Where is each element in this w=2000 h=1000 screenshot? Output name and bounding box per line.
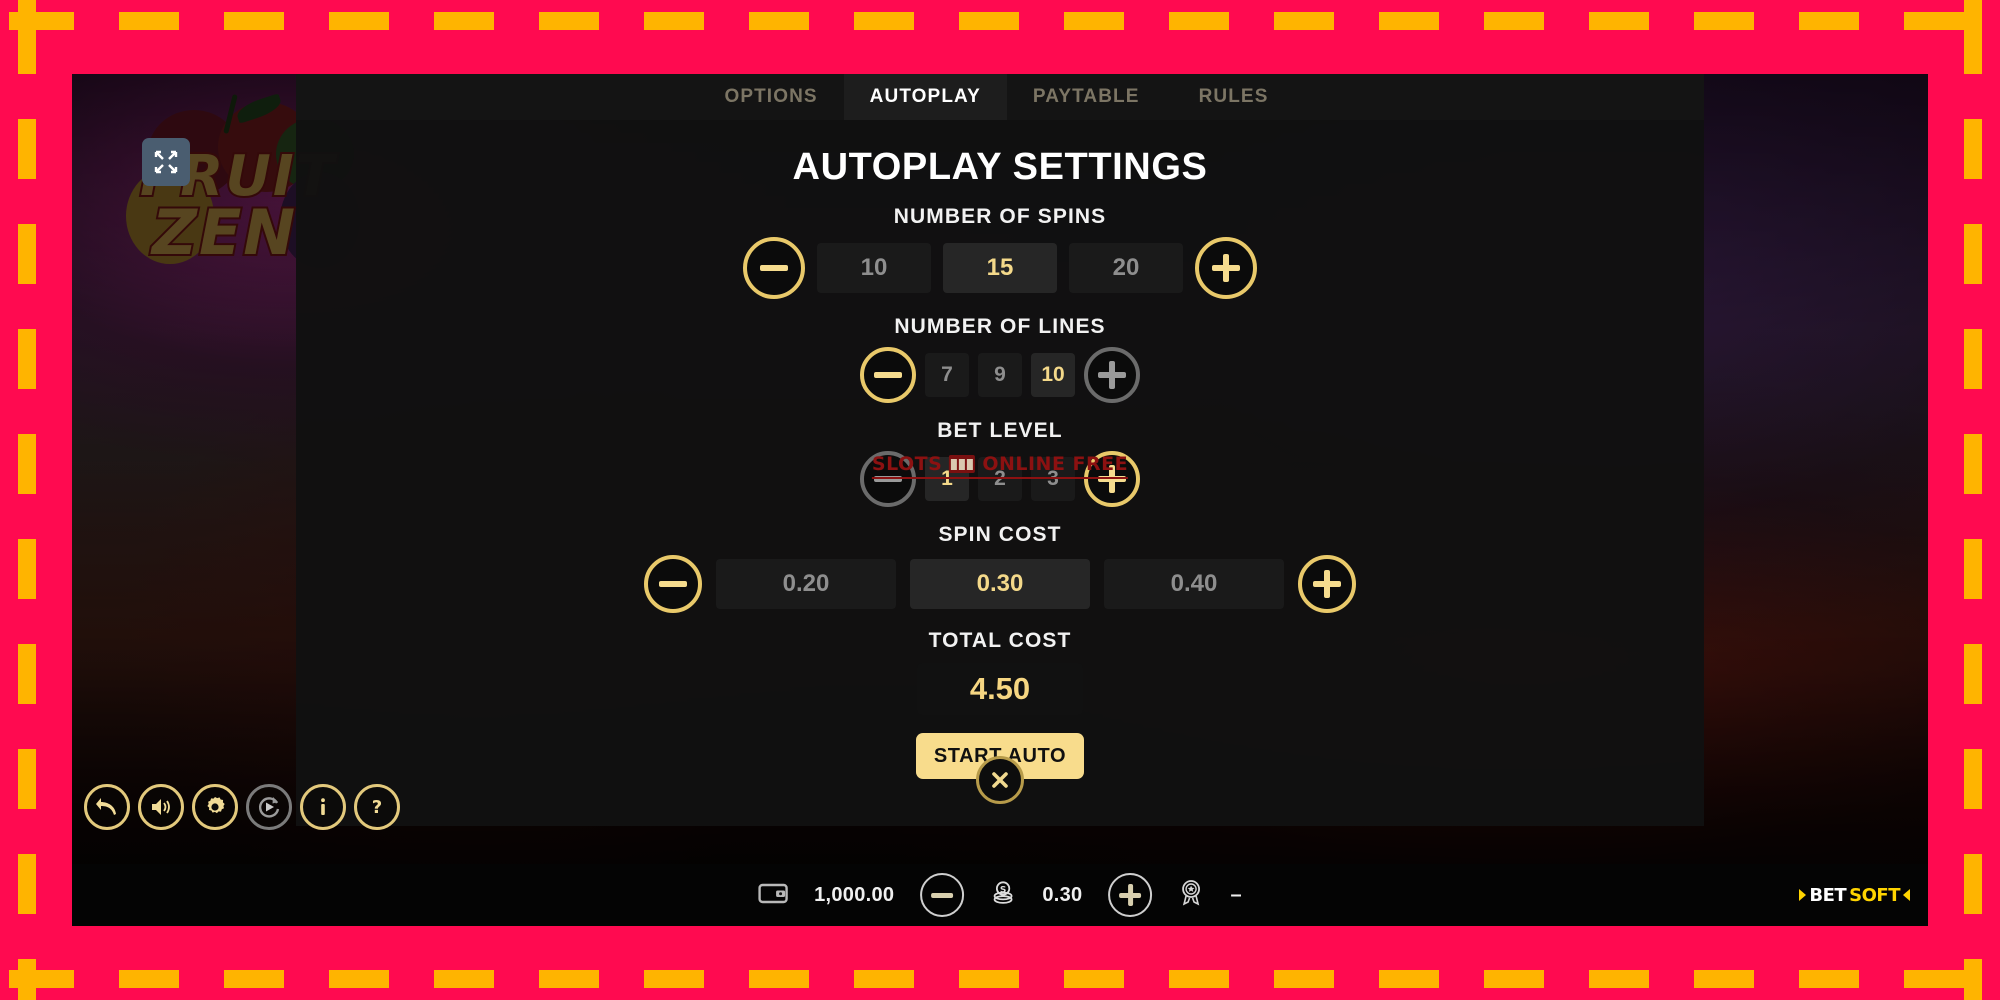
settings-gear-icon[interactable] <box>192 784 238 830</box>
betsoft-logo: BET SOFT <box>1799 885 1910 906</box>
label-number-of-spins: NUMBER OF SPINS <box>893 205 1107 228</box>
svg-text:?: ? <box>372 797 382 818</box>
sound-icon[interactable] <box>138 784 184 830</box>
game-toolbar: ? <box>84 784 400 830</box>
frame-dash-top <box>0 12 2000 30</box>
spin-cost-option-selected[interactable]: 0.30 <box>910 559 1090 609</box>
help-icon[interactable]: ? <box>354 784 400 830</box>
label-bet-level: BET LEVEL <box>937 419 1063 442</box>
spins-option-low[interactable]: 10 <box>817 243 931 293</box>
logo-arrow-left <box>1799 889 1807 901</box>
close-panel-button[interactable] <box>976 756 1024 804</box>
back-arrow-icon[interactable] <box>84 784 130 830</box>
betsoft-bet: BET <box>1809 884 1847 906</box>
bet-level-option-3[interactable]: 3 <box>1031 457 1075 501</box>
settings-tabs: OPTIONS AUTOPLAY PAYTABLE RULES <box>296 74 1704 120</box>
tab-options[interactable]: OPTIONS <box>698 74 843 120</box>
lines-option-selected[interactable]: 10 <box>1031 353 1075 397</box>
bet-decrease-button[interactable] <box>920 873 965 917</box>
bet-level-stepper: SLOTS ONLINE FREE 1 2 3 <box>296 451 1704 507</box>
autoplay-settings-panel: OPTIONS AUTOPLAY PAYTABLE RULES AUTOPLAY… <box>296 74 1704 826</box>
collapse-fullscreen-icon[interactable] <box>142 138 190 186</box>
bet-level-option-selected[interactable]: 1 <box>925 457 969 501</box>
win-value: – <box>1230 883 1242 906</box>
frame-dash-left <box>18 0 36 1000</box>
status-bar: 1,000.00 S 0.30 – BET SOFT <box>72 864 1928 926</box>
coin-stack-icon: S <box>990 880 1016 911</box>
autoplay-icon[interactable] <box>246 784 292 830</box>
tab-rules[interactable]: RULES <box>1166 74 1302 120</box>
label-spin-cost: SPIN COST <box>938 523 1062 546</box>
spin-cost-plus-button[interactable] <box>1298 555 1356 613</box>
bet-increase-button[interactable] <box>1108 873 1153 917</box>
spins-minus-button[interactable] <box>743 237 805 299</box>
lines-stepper: 7 9 10 <box>296 347 1704 403</box>
tab-paytable[interactable]: PAYTABLE <box>1007 74 1166 120</box>
logo-text-zen: ZEN <box>150 194 298 271</box>
award-medal-icon <box>1178 879 1204 912</box>
game-window: FRUIT ZEN OPTIONS AUTOPLAY PAYTABLE RULE… <box>72 74 1928 926</box>
betsoft-soft: SOFT <box>1849 884 1900 906</box>
info-icon[interactable] <box>300 784 346 830</box>
spin-cost-option-low[interactable]: 0.20 <box>716 559 896 609</box>
status-bar-center: 1,000.00 S 0.30 – <box>758 873 1242 917</box>
page-title: AUTOPLAY SETTINGS <box>792 146 1208 188</box>
spin-cost-minus-button[interactable] <box>644 555 702 613</box>
panel-body: AUTOPLAY SETTINGS NUMBER OF SPINS 10 15 … <box>296 120 1704 779</box>
bet-level-option-2[interactable]: 2 <box>978 457 1022 501</box>
frame-dash-right <box>1964 0 1982 1000</box>
logo-arrow-right <box>1903 889 1910 901</box>
lines-option-mid[interactable]: 9 <box>978 353 1022 397</box>
spins-stepper: 10 15 20 <box>296 237 1704 299</box>
spin-cost-option-high[interactable]: 0.40 <box>1104 559 1284 609</box>
spins-option-selected[interactable]: 15 <box>943 243 1057 293</box>
bet-level-plus-button[interactable] <box>1084 451 1140 507</box>
lines-plus-button <box>1084 347 1140 403</box>
spins-plus-button[interactable] <box>1195 237 1257 299</box>
label-total-cost: TOTAL COST <box>928 629 1072 652</box>
tab-autoplay[interactable]: AUTOPLAY <box>843 74 1007 120</box>
frame-dash-bottom <box>0 970 2000 988</box>
spins-option-high[interactable]: 20 <box>1069 243 1183 293</box>
bet-level-minus-button <box>860 451 916 507</box>
lines-option-low[interactable]: 7 <box>925 353 969 397</box>
balance-value: 1,000.00 <box>814 883 895 906</box>
total-cost-value: 4.50 <box>917 663 1083 715</box>
wallet-icon <box>758 881 788 910</box>
label-number-of-lines: NUMBER OF LINES <box>894 315 1106 338</box>
bet-value: 0.30 <box>1042 883 1083 906</box>
svg-text:S: S <box>1000 885 1006 895</box>
lines-minus-button[interactable] <box>860 347 916 403</box>
spin-cost-stepper: 0.20 0.30 0.40 <box>296 555 1704 613</box>
